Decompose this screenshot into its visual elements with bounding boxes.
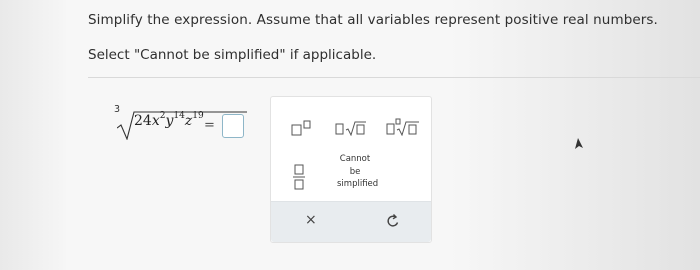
palette-action-bar: × — [271, 201, 431, 242]
answer-input[interactable] — [222, 114, 244, 138]
cannot-be-simplified-button[interactable]: Cannot be simplified — [337, 153, 379, 191]
nth-root-icon — [386, 118, 419, 136]
divider — [88, 77, 700, 78]
cannot-label-2: be — [349, 166, 361, 177]
exp-y: 14 — [173, 111, 185, 121]
redo-icon — [387, 214, 399, 227]
math-palette: Cannot be simplified × — [270, 96, 432, 243]
nth-root-button[interactable] — [383, 117, 423, 137]
exponent-button[interactable] — [285, 119, 321, 137]
cursor-icon — [575, 138, 583, 149]
coefficient: 24 — [134, 113, 152, 129]
fraction-button[interactable] — [289, 163, 309, 191]
exp-x: 2 — [159, 111, 166, 121]
clear-button[interactable]: × — [305, 212, 317, 228]
sqrt-icon — [335, 121, 366, 136]
exp-z: 19 — [192, 111, 204, 121]
exponent-icon — [291, 120, 311, 136]
sqrt-button[interactable] — [331, 119, 371, 137]
fraction-icon — [293, 164, 305, 190]
question-panel: Simplify the expression. Assume that all… — [0, 0, 700, 270]
cannot-label-1: Cannot — [339, 154, 371, 164]
radicand: 24x2y14z19 — [134, 111, 204, 129]
reset-button[interactable] — [385, 213, 401, 229]
question-instruction: Simplify the expression. Assume that all… — [88, 12, 658, 28]
question-hint: Select "Cannot be simplified" if applica… — [88, 47, 377, 63]
cannot-label-3: simplified — [337, 179, 379, 189]
equals-sign: = — [204, 118, 215, 133]
var-x: x — [151, 113, 160, 129]
